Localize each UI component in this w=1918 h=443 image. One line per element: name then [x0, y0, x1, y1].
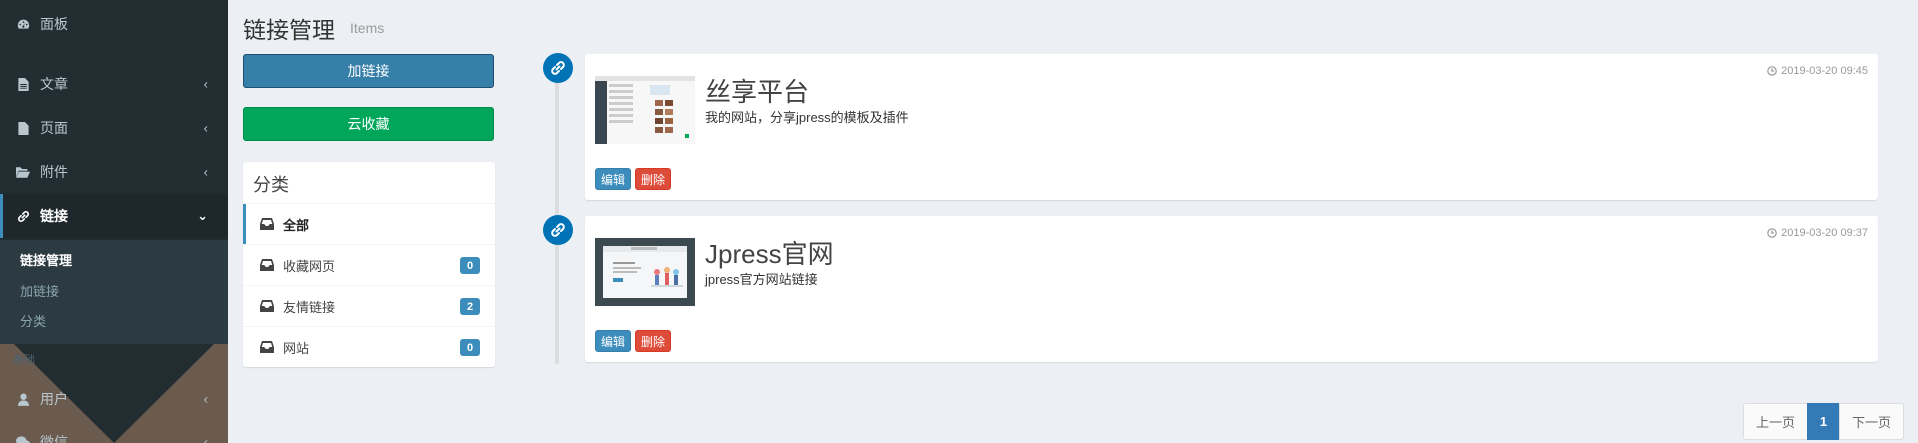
category-label: 收藏网页	[283, 258, 336, 274]
page-title: 链接管理	[243, 17, 335, 43]
sidebar-item-pages[interactable]: 页面 ‹	[0, 106, 228, 150]
timestamp-text: 2019-03-20 09:37	[1781, 227, 1868, 239]
inbox-icon	[260, 259, 274, 271]
add-link-button[interactable]: 加链接	[243, 54, 494, 88]
link-icon	[543, 53, 573, 83]
site-thumbnail[interactable]	[595, 76, 695, 144]
clock-icon	[1767, 66, 1777, 76]
submenu-add-link[interactable]: 加链接	[20, 281, 59, 300]
chevron-left-icon: ‹	[203, 164, 208, 180]
sidebar-item-label: 文章	[40, 76, 68, 92]
dashboard-icon	[16, 17, 30, 31]
link-item: Jpress官网 jpress官方网站链接 2019-03-20 09:37 编…	[585, 216, 1878, 362]
wechat-icon	[16, 435, 30, 443]
inbox-icon	[260, 300, 274, 312]
chevron-left-icon: ‹	[203, 76, 208, 92]
count-badge: 0	[460, 339, 480, 356]
sidebar-item-dashboard[interactable]: 面板	[0, 2, 228, 46]
chevron-down-icon: ⌄	[197, 208, 208, 223]
links-submenu: 链接管理 加链接 分类	[0, 240, 228, 344]
prev-page-button[interactable]: 上一页	[1742, 403, 1808, 440]
sidebar-item-label: 微信	[40, 434, 68, 443]
submenu-link-manage[interactable]: 链接管理	[20, 250, 72, 269]
sidebar: 面板 文章 ‹ 页面 ‹ 附件 ‹ 链接 ⌄ 链接管理 加链接 分类 基础 用户…	[0, 0, 228, 443]
link-icon	[543, 215, 573, 245]
count-badge: 2	[460, 298, 480, 315]
sidebar-item-articles[interactable]: 文章 ‹	[0, 62, 228, 106]
sidebar-item-label: 用户	[40, 391, 68, 407]
edit-button[interactable]: 编辑	[595, 330, 632, 352]
category-item-friend-links[interactable]: 友情链接 2	[243, 286, 495, 326]
sidebar-item-label: 页面	[40, 120, 68, 136]
delete-button[interactable]: 删除	[635, 168, 672, 190]
category-item-websites[interactable]: 网站 0	[243, 327, 495, 367]
category-box: 分类 全部 收藏网页 0 友情链接 2 网站 0	[243, 162, 495, 367]
link-icon	[16, 209, 30, 223]
chevron-left-icon: ‹	[203, 120, 208, 136]
category-box-title: 分类	[253, 175, 289, 195]
inbox-icon	[260, 218, 274, 230]
sidebar-item-label: 链接	[40, 208, 68, 224]
count-badge: 0	[460, 257, 480, 274]
sidebar-item-attachments[interactable]: 附件 ‹	[0, 150, 228, 194]
submenu-category[interactable]: 分类	[20, 311, 46, 330]
sidebar-item-label: 附件	[40, 164, 68, 180]
current-page-button[interactable]: 1	[1806, 403, 1840, 440]
category-item-bookmarks[interactable]: 收藏网页 0	[243, 245, 495, 285]
sidebar-item-users[interactable]: 用户 ‹	[0, 377, 228, 421]
folder-open-icon	[16, 165, 30, 179]
chevron-left-icon: ‹	[203, 391, 208, 407]
clock-icon	[1767, 228, 1777, 238]
user-icon	[16, 392, 30, 406]
sidebar-section-header: 基础	[13, 354, 35, 366]
category-label: 网站	[283, 340, 310, 356]
sidebar-item-wechat[interactable]: 微信 ‹	[0, 420, 228, 443]
link-description: jpress官方网站链接	[705, 272, 818, 287]
file-icon	[16, 121, 30, 135]
inbox-icon	[260, 341, 274, 353]
sidebar-item-label: 面板	[40, 16, 68, 32]
pagination: 上一页 1 下一页	[1742, 403, 1904, 440]
sidebar-item-links[interactable]: 链接 ⌄	[0, 194, 228, 238]
link-title[interactable]: Jpress官网	[705, 234, 834, 271]
category-label: 友情链接	[283, 299, 336, 315]
timestamp: 2019-03-20 09:37	[1767, 227, 1868, 239]
site-thumbnail[interactable]	[595, 238, 695, 306]
timestamp-text: 2019-03-20 09:45	[1781, 65, 1868, 77]
next-page-button[interactable]: 下一页	[1838, 403, 1904, 440]
category-item-all[interactable]: 全部	[243, 204, 495, 244]
link-description: 我的网站，分享jpress的模板及插件	[705, 110, 909, 125]
delete-button[interactable]: 删除	[635, 330, 672, 352]
file-icon	[16, 77, 30, 91]
category-label: 全部	[283, 217, 310, 233]
page-subtitle: Items	[350, 20, 385, 36]
link-item: 丝享平台 我的网站，分享jpress的模板及插件 2019-03-20 09:4…	[585, 54, 1878, 200]
chevron-left-icon: ‹	[203, 434, 208, 443]
cloud-favorite-button[interactable]: 云收藏	[243, 107, 494, 141]
link-title[interactable]: 丝享平台	[705, 72, 809, 109]
edit-button[interactable]: 编辑	[595, 168, 632, 190]
timestamp: 2019-03-20 09:45	[1767, 65, 1868, 77]
